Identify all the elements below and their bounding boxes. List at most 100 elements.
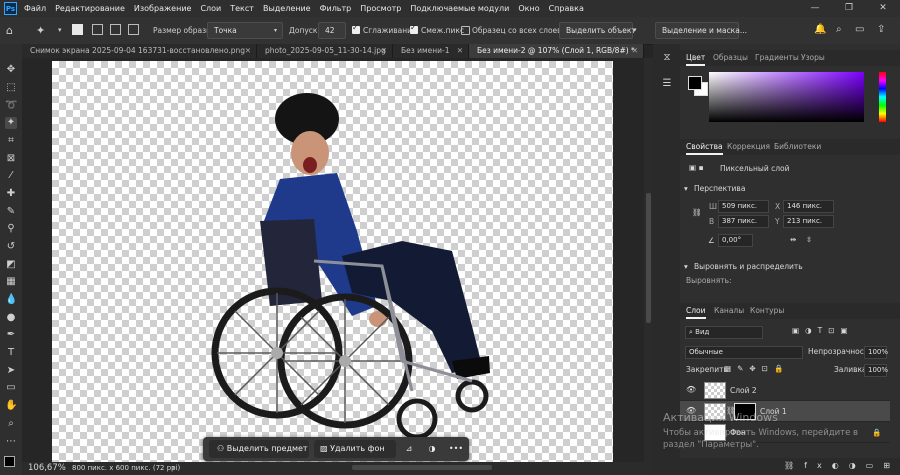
flip-horizontal-icon[interactable]: ⇹: [790, 235, 796, 244]
zoom-tool-icon[interactable]: ⌕: [5, 418, 17, 430]
select-subject-chevron-icon[interactable]: ▾: [633, 23, 637, 38]
gradient-tool-icon[interactable]: ▦: [5, 276, 17, 288]
tab-gradients[interactable]: Градиенты: [755, 50, 799, 66]
scrollbar-thumb[interactable]: [646, 193, 651, 323]
history-brush-tool-icon[interactable]: ↺: [5, 241, 17, 253]
workspace-icon[interactable]: ▭: [855, 22, 864, 37]
crop-tool-icon[interactable]: ⌗: [5, 135, 17, 147]
hue-slider[interactable]: [879, 72, 886, 122]
antialias-checkbox[interactable]: [352, 23, 360, 34]
add-to-selection-icon[interactable]: [92, 24, 103, 35]
select-subject-button[interactable]: Выделить объект: [559, 22, 636, 39]
close-icon[interactable]: ✕: [632, 44, 638, 58]
filter-icons[interactable]: ▣◑T⊡▣: [792, 326, 854, 335]
tool-preset-chevron-icon[interactable]: ▾: [58, 23, 62, 38]
more-tools-icon[interactable]: ⋯: [5, 436, 17, 448]
menu-edit[interactable]: Редактирование: [55, 4, 125, 13]
subtract-selection-icon[interactable]: [110, 24, 121, 35]
layer-row[interactable]: 👁 Слой 2: [680, 380, 890, 401]
pen-tool-icon[interactable]: ✒: [5, 329, 17, 341]
menu-select[interactable]: Выделение: [263, 4, 311, 13]
contiguous-checkbox[interactable]: [410, 23, 418, 34]
layer-filter-select[interactable]: ⌕ Вид: [685, 326, 763, 339]
tab-color[interactable]: Цвет: [686, 50, 706, 66]
tab-patterns[interactable]: Узоры: [801, 50, 825, 66]
magic-wand-tool-icon[interactable]: ✦: [36, 23, 45, 38]
tolerance-input[interactable]: 42: [318, 22, 346, 39]
eye-icon[interactable]: 👁: [686, 385, 696, 394]
close-icon[interactable]: ✕: [381, 44, 387, 58]
close-window-button[interactable]: ✕: [866, 0, 900, 17]
history-icon[interactable]: ⧖: [661, 52, 673, 64]
select-subject-button[interactable]: ⚇ Выделить предмет: [209, 440, 309, 458]
tab-document-4[interactable]: Без имени-2 @ 107% (Слой 1, RGB/8#) * ✕: [469, 44, 644, 58]
close-icon[interactable]: ✕: [245, 44, 251, 58]
eyedropper-tool-icon[interactable]: ⁄: [5, 170, 17, 182]
brush-tool-icon[interactable]: ✎: [5, 206, 17, 218]
tab-properties[interactable]: Свойства: [686, 139, 723, 155]
menu-file[interactable]: Файл: [24, 4, 46, 13]
home-icon[interactable]: ⌂: [6, 23, 13, 38]
foreground-color-swatch[interactable]: [4, 456, 15, 467]
tab-layers[interactable]: Слои: [686, 303, 706, 319]
photoshop-icon[interactable]: Ps: [4, 2, 17, 15]
close-icon[interactable]: ✕: [457, 44, 463, 58]
color-field[interactable]: [709, 72, 864, 122]
link-icon[interactable]: ⛓: [692, 208, 702, 217]
horizontal-scrollbar[interactable]: [352, 465, 492, 470]
menu-filter[interactable]: Фильтр: [320, 4, 352, 13]
more-options-button[interactable]: •••: [447, 440, 465, 458]
transform-icon[interactable]: ⊿: [401, 440, 417, 458]
menu-help[interactable]: Справка: [549, 4, 584, 13]
lock-icons[interactable]: ▦✎✥⊡🔒: [724, 364, 789, 373]
blur-tool-icon[interactable]: 💧: [5, 294, 17, 306]
tab-document-3[interactable]: Без имени-1 ✕: [393, 44, 469, 58]
tab-libraries[interactable]: Библиотеки: [774, 139, 821, 155]
chevron-down-icon[interactable]: ▾: [684, 262, 688, 271]
intersect-selection-icon[interactable]: [128, 24, 139, 35]
healing-brush-tool-icon[interactable]: ✚: [5, 188, 17, 200]
restore-button[interactable]: ❐: [832, 0, 866, 17]
eraser-tool-icon[interactable]: ◩: [5, 259, 17, 271]
hand-tool-icon[interactable]: ✋: [5, 400, 17, 412]
x-input[interactable]: 146 пикс.: [783, 200, 834, 213]
search-icon[interactable]: ⌕: [836, 22, 842, 37]
flip-vertical-icon[interactable]: ⇳: [806, 235, 812, 244]
notifications-icon[interactable]: 🔔: [814, 22, 826, 37]
foreground-color-swatch[interactable]: [688, 76, 702, 90]
menu-plugins[interactable]: Подключаемые модули: [410, 4, 509, 13]
menu-view[interactable]: Просмотр: [360, 4, 401, 13]
sample-size-select[interactable]: Точка: [207, 22, 283, 39]
tab-document-2[interactable]: photo_2025-09-05_11-30-14.jpg ✕: [257, 44, 393, 58]
move-tool-icon[interactable]: ✥: [5, 64, 17, 76]
menu-layers[interactable]: Слои: [200, 4, 221, 13]
select-and-mask-button[interactable]: Выделение и маска...: [655, 22, 747, 39]
marquee-tool-icon[interactable]: ⬚: [5, 82, 17, 94]
tab-adjustments[interactable]: Коррекция: [727, 139, 770, 155]
magic-wand-tool-icon[interactable]: ✦: [5, 117, 17, 129]
angle-input[interactable]: 0,00°: [718, 234, 753, 247]
zoom-level[interactable]: 106,67%: [28, 463, 66, 473]
tab-document-1[interactable]: Снимок экрана 2025-09-04 163731-восстано…: [22, 44, 257, 58]
vertical-scrollbar[interactable]: [644, 58, 653, 462]
type-tool-icon[interactable]: T: [5, 347, 17, 359]
status-arrow[interactable]: ›: [172, 463, 175, 472]
tab-swatches[interactable]: Образцы: [713, 50, 748, 66]
rectangle-tool-icon[interactable]: ▭: [5, 382, 17, 394]
fill-input[interactable]: 100%: [864, 364, 888, 377]
height-input[interactable]: 387 пикс.: [718, 215, 769, 228]
tab-paths[interactable]: Контуры: [750, 303, 784, 319]
remove-background-button[interactable]: ▨ Удалить фон: [314, 440, 396, 458]
all-layers-checkbox[interactable]: [461, 26, 470, 35]
share-icon[interactable]: ⇪: [877, 22, 885, 37]
menu-image[interactable]: Изображение: [134, 4, 192, 13]
opacity-input[interactable]: 100%: [864, 346, 888, 359]
width-input[interactable]: 509 пикс.: [718, 200, 769, 213]
chevron-down-icon[interactable]: ▾: [684, 184, 688, 193]
layer-name[interactable]: Слой 2: [730, 386, 757, 395]
tab-channels[interactable]: Каналы: [714, 303, 744, 319]
y-input[interactable]: 213 пикс.: [783, 215, 834, 228]
frame-tool-icon[interactable]: ⊠: [5, 153, 17, 165]
dodge-tool-icon[interactable]: ●: [5, 312, 17, 324]
lasso-tool-icon[interactable]: ➰: [5, 100, 17, 112]
